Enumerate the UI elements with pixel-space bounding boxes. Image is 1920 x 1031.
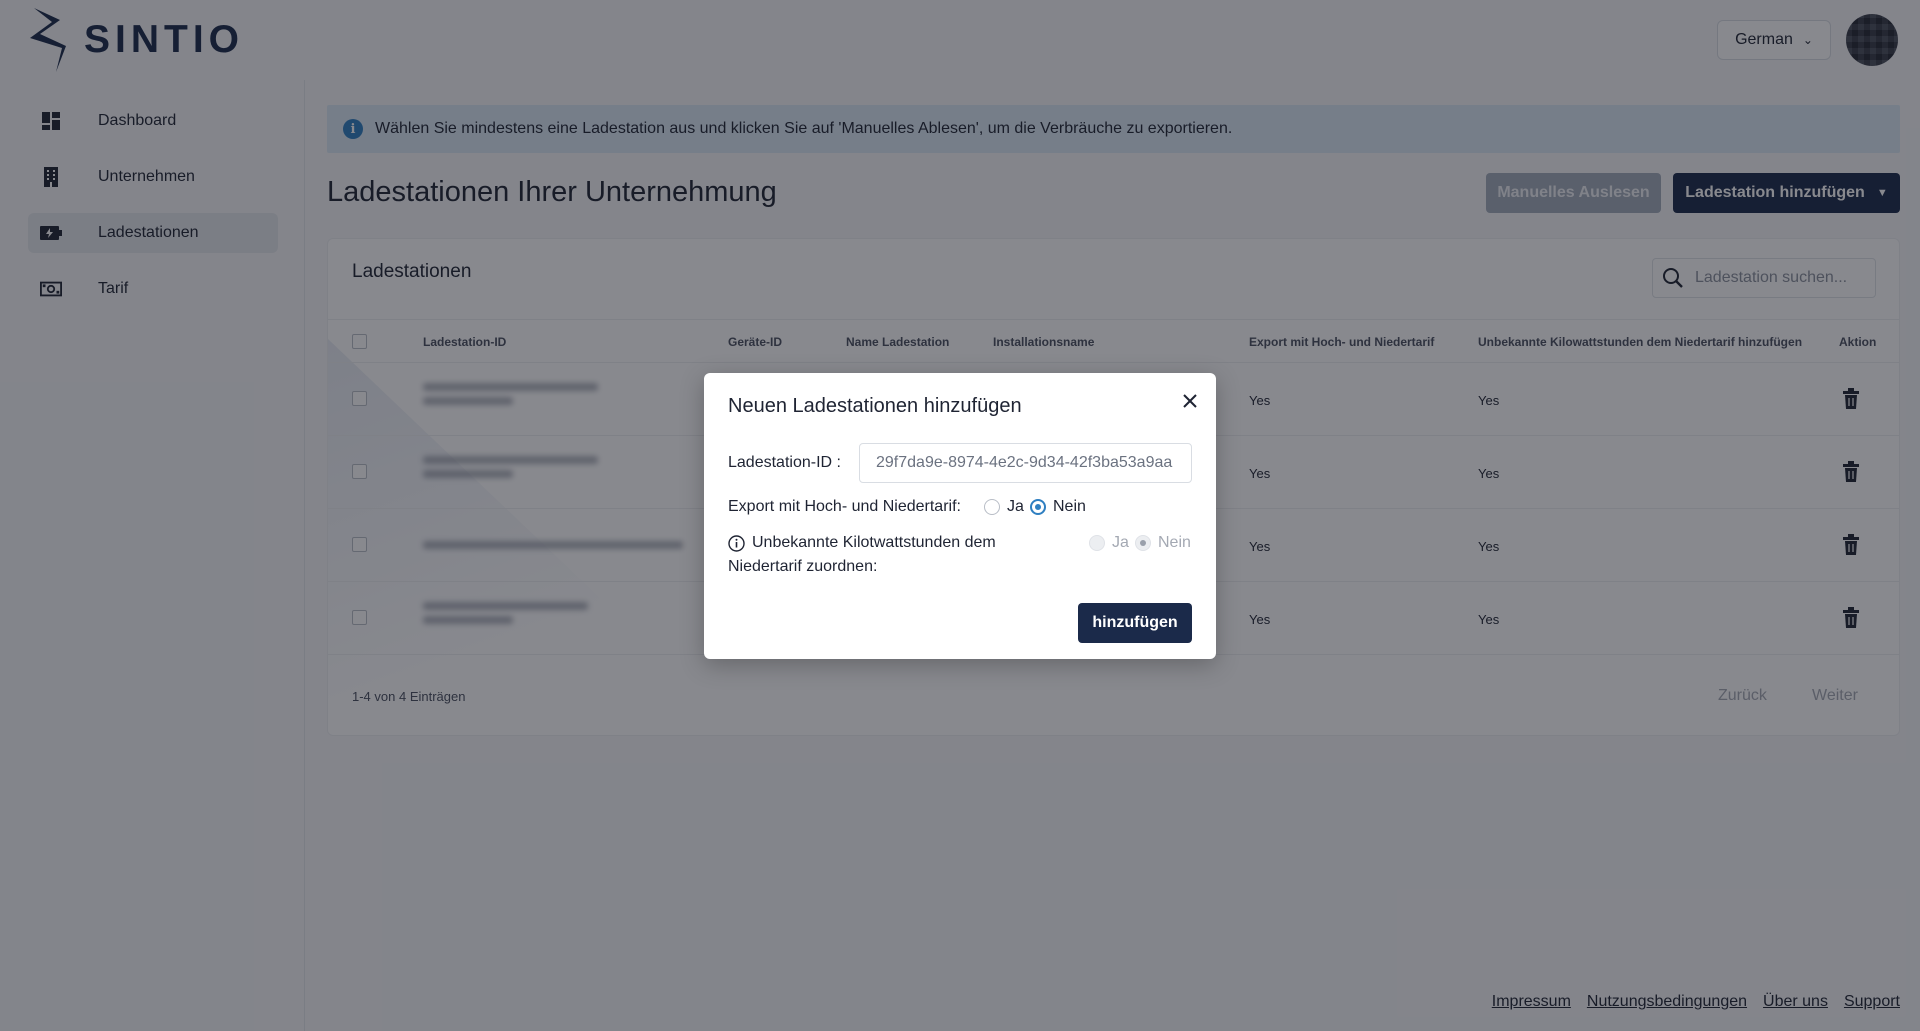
unknown-nein-label: Nein [1158,534,1191,551]
export-nein-label: Nein [1053,498,1086,515]
close-icon[interactable] [1178,389,1202,413]
export-ja-label: Ja [1007,498,1024,515]
station-id-label: Ladestation-ID : [728,454,841,471]
export-nein-radio[interactable] [1030,499,1046,515]
submit-button[interactable]: hinzufügen [1078,603,1192,643]
export-ja-radio[interactable] [984,499,1000,515]
unknown-nein-radio [1135,535,1151,551]
modal-title: Neuen Ladestationen hinzufügen [728,395,1022,417]
unknown-ja-radio [1089,535,1105,551]
export-label: Export mit Hoch- und Niedertarif: [728,498,961,515]
station-id-input[interactable] [859,443,1192,483]
unknown-ja-label: Ja [1112,534,1129,551]
unknown-kwh-label-line2: Niedertarif zuordnen: [728,558,878,575]
unknown-kwh-label: Unbekannte Kilotwattstunden dem [752,534,996,551]
info-circle-icon[interactable] [728,535,745,552]
add-station-modal: Neuen Ladestationen hinzufügen Ladestati… [704,373,1216,659]
